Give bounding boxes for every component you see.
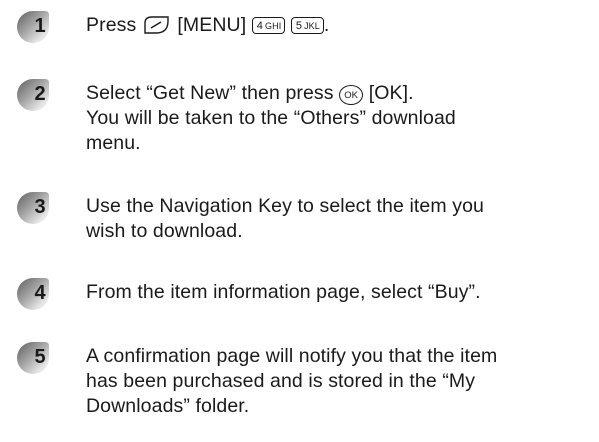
step-number: 1 xyxy=(34,15,46,37)
step-text: Press [MENU] 4 GHI 5 JKL. xyxy=(86,13,586,42)
menu-softkey-icon xyxy=(142,15,172,42)
step-text-segment: Select “Get New” then press xyxy=(86,82,340,104)
step-text-line: You will be taken to the “Others” downlo… xyxy=(86,107,456,129)
step-number: 2 xyxy=(34,83,46,105)
step-number: 5 xyxy=(34,346,46,368)
step-text-line: Select “Get New” then press OK [OK]. xyxy=(86,81,586,106)
ok-button-icon: OK xyxy=(339,85,364,105)
step-text: A confirmation page will notify you that… xyxy=(86,344,586,419)
step-text-line: Use the Navigation Key to select the ite… xyxy=(86,195,484,217)
step-text-line: wish to download. xyxy=(86,220,243,242)
keypad-key-4: 4 GHI xyxy=(251,17,286,34)
keypad-key-5: 5 JKL xyxy=(290,17,324,34)
step-text-line: From the item information page, select “… xyxy=(86,281,481,303)
step-number: 3 xyxy=(34,196,46,218)
step-text-line: menu. xyxy=(86,132,141,154)
step-text-line: A confirmation page will notify you that… xyxy=(86,345,498,367)
ok-label: [OK]. xyxy=(368,82,414,104)
step-text-line: Downloads” folder. xyxy=(86,395,250,417)
step-number: 4 xyxy=(34,282,46,304)
key-letters: JKL xyxy=(304,21,320,31)
step-text: From the item information page, select “… xyxy=(86,280,586,305)
step-text: Select “Get New” then press OK [OK]. You… xyxy=(86,81,586,156)
menu-label: [MENU] xyxy=(177,14,247,36)
key-digit: 4 xyxy=(256,20,264,32)
step-text: Use the Navigation Key to select the ite… xyxy=(86,194,586,244)
key-letters: GHI xyxy=(265,21,282,31)
step-text-period: . xyxy=(323,14,330,36)
step-text-line: has been purchased and is stored in the … xyxy=(86,370,476,392)
step-text-line: Press xyxy=(86,14,142,36)
key-digit: 5 xyxy=(295,20,303,32)
